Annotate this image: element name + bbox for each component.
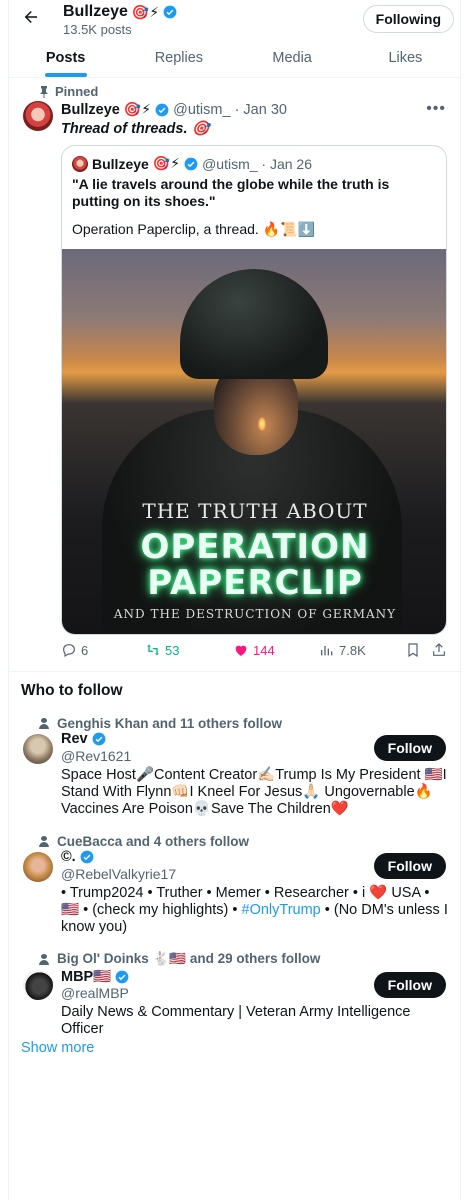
verified-badge-icon [92,732,106,746]
image-title-top: THE TRUTH ABOUT [142,499,368,523]
verified-badge-icon [115,970,129,983]
profile-name: Bullzeye 🎯⚡ [63,3,177,21]
quoted-tweet-header: Bullzeye 🎯⚡ @utism_ · Jan 26 [72,155,312,172]
profile-name-emojis: 🎯⚡ [131,3,160,20]
suggestion-name-text: MBP🇺🇸 [61,969,112,985]
verified-badge-icon [80,850,94,864]
views-count: 7.8K [339,642,366,658]
social-context-text: Big Ol' Doinks 🐇🇺🇸 and 29 others follow [57,951,321,966]
suggestion-name-text: Rev [61,731,88,747]
following-button[interactable]: Following [362,5,454,33]
suggestion-bio: Space Host🎤Content Creator✍🏻Trump Is My … [61,767,447,817]
pinned-label-text: Pinned [55,84,99,99]
tab-replies[interactable]: Replies [122,40,235,77]
verified-badge-icon [184,157,198,170]
views-button[interactable]: 7.8K [319,642,366,658]
profile-name-text: Bullzeye [63,3,128,20]
quoted-text-body: Operation Paperclip, a thread. 🔥📜⬇️ [72,221,315,237]
tab-likes[interactable]: Likes [349,40,462,77]
social-context: Genghis Khan and 11 others follow [39,716,282,731]
reply-icon [63,644,75,658]
pinned-label: Pinned [39,84,98,99]
pin-icon [40,85,48,98]
quoted-media-image[interactable]: THE TRUTH ABOUT OPERATION PAPERCLIP AND … [62,249,446,634]
user-avatar[interactable] [23,852,53,882]
views-icon [321,646,333,656]
tweet-author-name[interactable]: Bullzeye [61,102,120,118]
tweet-author-avatar[interactable] [23,101,53,131]
person-icon [39,718,49,729]
suggestion-bio: • Trump2024 • Truther • Memer • Research… [61,885,451,936]
quoted-tweet[interactable]: Bullzeye 🎯⚡ @utism_ · Jan 26 "A lie trav… [61,145,447,635]
profile-header: Bullzeye 🎯⚡ 13.5K posts Following [9,0,462,40]
suggestion-handle[interactable]: @RebelValkyrie17 [61,866,176,882]
tweet-author-emojis: 🎯⚡ [123,101,152,117]
image-title-main: OPERATION PAPERCLIP [140,527,370,603]
social-context: CueBacca and 4 others follow [39,834,249,849]
bookmark-icon [408,643,418,658]
person-icon [39,836,49,847]
who-to-follow-heading: Who to follow [21,682,123,699]
suggestion-handle[interactable]: @realMBP [61,985,129,1001]
share-icon [433,643,445,656]
suggestion-name[interactable]: ©. [61,849,94,865]
follow-button[interactable]: Follow [373,853,446,879]
user-avatar[interactable] [23,734,53,764]
repost-button[interactable]: 53 [145,642,179,658]
tweet-text: Thread of threads. 🎯 [61,121,210,137]
quoted-author-name: Bullzeye [92,155,149,172]
profile-tabs: Posts Replies Media Likes [9,40,462,78]
social-context-text: Genghis Khan and 11 others follow [57,716,283,731]
quoted-author-avatar [72,155,88,172]
social-context: Big Ol' Doinks 🐇🇺🇸 and 29 others follow [39,951,320,967]
verified-badge-icon [163,5,177,19]
quoted-handle-date: @utism_ · Jan 26 [202,155,312,172]
reply-count: 6 [81,642,89,658]
more-options-icon[interactable]: ••• [426,100,446,118]
quoted-text-quote: "A lie travels around the globe while th… [72,176,390,209]
tweet-handle-date[interactable]: @utism_ · Jan 30 [173,102,287,118]
like-button[interactable]: 144 [233,642,275,658]
social-context-text: CueBacca and 4 others follow [57,834,250,849]
posts-count: 13.5K posts [63,22,132,37]
tweet-actions: 6 53 144 7.8K [61,640,451,664]
soldier-helmet [180,269,328,379]
tab-media[interactable]: Media [236,40,349,77]
suggestion-handle[interactable]: @Rev1621 [61,748,131,764]
person-icon [39,953,49,965]
suggestion-name-text: ©. [61,849,76,865]
suggestion-name[interactable]: MBP🇺🇸 [61,968,129,985]
follow-button[interactable]: Follow [373,972,446,998]
suggestion-bio: Daily News & Commentary | Veteran Army I… [61,1004,411,1037]
image-title-bottom: AND THE DESTRUCTION OF GERMANY [113,607,397,621]
reply-button[interactable]: 6 [61,642,88,658]
follow-button[interactable]: Follow [373,735,446,761]
quoted-author-emojis: 🎯⚡ [152,155,181,171]
verified-badge-icon [155,103,169,116]
profile-timeline: Bullzeye 🎯⚡ 13.5K posts Following Posts … [8,0,462,1200]
hashtag-link[interactable]: #OnlyTrump [242,902,321,918]
match-flame [258,417,266,431]
suggestion-name[interactable]: Rev [61,731,106,747]
tab-posts[interactable]: Posts [9,40,122,77]
tweet-header: Bullzeye 🎯⚡ @utism_ · Jan 30 [61,101,287,118]
heart-icon [235,645,247,656]
user-avatar[interactable] [23,970,53,1000]
bookmark-button[interactable] [405,642,421,658]
show-more-link[interactable]: Show more [21,1040,94,1056]
back-arrow-icon[interactable] [19,8,43,32]
repost-count: 53 [165,642,180,658]
section-divider [9,671,462,672]
like-count: 144 [253,642,275,658]
repost-icon [147,644,159,656]
share-button[interactable] [431,642,447,658]
